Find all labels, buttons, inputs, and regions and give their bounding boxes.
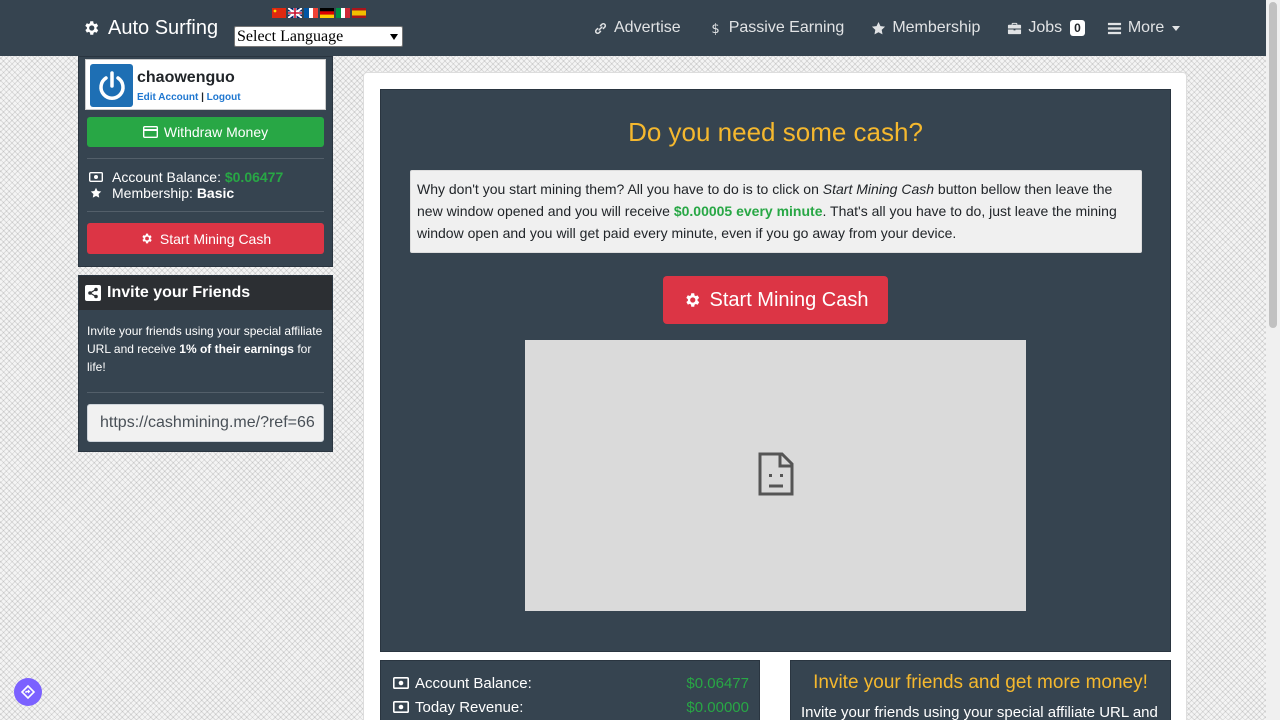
start-mining-cash-label: Start Mining Cash [709,288,869,311]
avatar [90,64,133,107]
embedded-frame-placeholder [525,340,1026,611]
start-mining-cash-sidebar-label: Start Mining Cash [159,230,272,247]
info-text-emphasis: Start Mining Cash [822,181,935,197]
nav-passive-earning-label: Passive Earning [728,19,845,36]
account-links: Edit Account | Logout [137,92,241,103]
language-select[interactable]: Select Language [234,26,403,47]
info-text-rate: $0.00005 every minute [673,203,823,219]
gear-icon [142,233,152,244]
link-icon [595,22,606,34]
select-caret-icon [390,34,398,40]
invite-friends-header: Invite your Friends [79,276,332,310]
stats-revenue-value: $0.00000 [686,698,749,716]
jobs-count-badge: 0 [1070,20,1085,36]
navigation-icon [21,685,35,699]
gear-icon [685,293,699,307]
stats-balance-value: $0.06477 [686,674,749,692]
share-icon [85,285,101,301]
power-icon [98,70,125,100]
nav-more-dropdown[interactable]: More [1107,19,1181,37]
language-select-value: Select Language [237,27,344,45]
sidebar-balance-text: Account Balance: $0.06477 [112,169,283,185]
sidebar-membership: Membership: Basic [89,185,234,201]
uk-flag-icon[interactable] [288,8,302,18]
scrollbar-thumb[interactable] [1269,2,1277,328]
nav-advertise[interactable]: Advertise [593,19,681,37]
invite-text-bold: 1% of their earnings [179,342,294,356]
logout-link[interactable]: Logout [207,92,241,103]
sidebar-membership-value: Basic [196,185,235,201]
brand-label: Auto Surfing [108,16,219,39]
invite-description: Invite your friends using your special a… [87,322,327,376]
money-bill-icon [89,172,103,182]
nav-jobs-label: Jobs [1028,19,1063,36]
briefcase-icon [1008,22,1022,34]
divider [87,392,324,393]
mining-title: Do you need some cash? [628,117,923,147]
link-separator: | [201,92,204,103]
stats-balance-row: Account Balance: $0.06477 [393,673,749,693]
nav-membership-label: Membership [892,19,981,36]
withdraw-money-label: Withdraw Money [163,124,269,140]
floating-action-button[interactable] [14,678,42,706]
broken-page-icon [758,452,793,495]
nav-links: Advertise $ Passive Earning Membership J… [593,0,1181,56]
invite-friends-card: Invite your Friends Invite your friends … [78,275,333,452]
invite-friends-panel: Invite your friends and get more money! … [790,660,1171,720]
top-navbar: Auto Surfing Select Language Advertise $… [0,0,1266,56]
menu-bars-icon [1107,22,1121,34]
user-sidebar-card: chaowenguo Edit Account | Logout Withdra… [78,56,333,267]
nav-passive-earning[interactable]: $ Passive Earning [708,19,845,37]
sidebar-balance-label: Account Balance: [112,169,221,185]
france-flag-icon[interactable] [304,8,318,18]
language-flags [272,8,366,18]
svg-text:$: $ [711,22,719,36]
stats-revenue-label: Today Revenue: [415,698,524,716]
invite-friends-title: Invite your Friends [107,284,251,301]
edit-account-link[interactable]: Edit Account [137,92,198,103]
stats-revenue-row: Today Revenue: $0.00000 [393,697,749,717]
invite-friends-panel-text: Invite your friends using your special a… [801,704,1158,720]
money-bill-icon [393,701,409,713]
divider [87,158,324,159]
mining-info-box: Why don't you start mining them? All you… [410,170,1142,253]
profile-box: chaowenguo Edit Account | Logout [85,59,326,110]
sidebar-balance: Account Balance: $0.06477 [89,169,283,185]
brand-link[interactable]: Auto Surfing [82,15,218,41]
money-bill-icon [393,677,409,689]
referral-url-input[interactable]: https://cashmining.me/?ref=66 [87,404,324,442]
nav-more-label: More [1127,19,1165,36]
start-mining-cash-sidebar-button[interactable]: Start Mining Cash [87,223,324,254]
spain-flag-icon[interactable] [352,8,366,18]
china-flag-icon[interactable] [272,8,286,18]
nav-advertise-label: Advertise [614,19,681,36]
star-icon [90,187,102,198]
start-mining-cash-button[interactable]: Start Mining Cash [663,276,888,324]
page-scrollbar[interactable] [1266,0,1280,720]
account-stats-panel: Account Balance: $0.06477 Today Revenue:… [380,660,760,720]
mining-panel: Do you need some cash? Why don't you sta… [380,89,1171,652]
divider [87,211,324,212]
sidebar-balance-value: $0.06477 [224,169,284,185]
germany-flag-icon[interactable] [320,8,334,18]
credit-card-icon [142,126,158,138]
sidebar-membership-text: Membership: Basic [112,185,234,201]
gear-icon [85,21,99,35]
nav-membership[interactable]: Membership [871,19,980,37]
sidebar-membership-label: Membership: [112,185,193,201]
dollar-icon: $ [711,22,719,36]
star-icon [872,21,886,34]
stats-balance-label: Account Balance: [415,674,532,692]
username: chaowenguo [137,69,235,86]
invite-friends-panel-title: Invite your friends and get more money! [813,672,1148,693]
info-text-part1: Why don't you start mining them? All you… [417,181,823,197]
italy-flag-icon[interactable] [336,8,350,18]
withdraw-money-button[interactable]: Withdraw Money [87,117,324,147]
caret-down-icon [1172,25,1181,31]
nav-jobs[interactable]: Jobs 0 [1007,19,1085,37]
